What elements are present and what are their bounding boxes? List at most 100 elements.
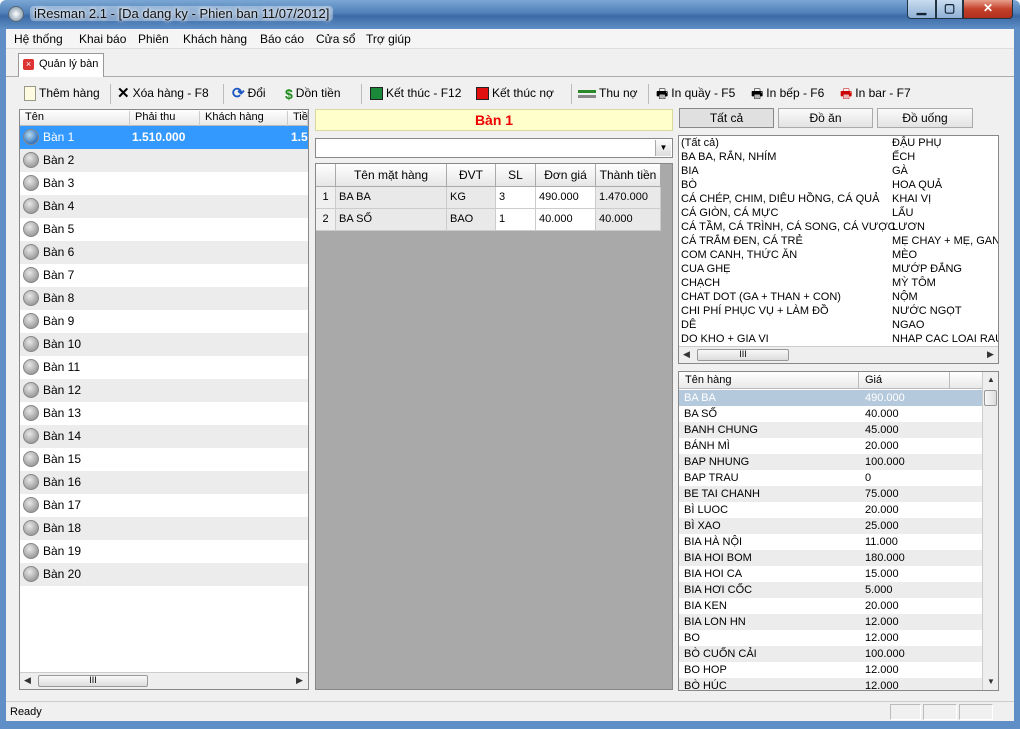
order-row-number[interactable]: 2 xyxy=(316,209,336,231)
scroll-down-icon[interactable]: ▼ xyxy=(987,677,995,686)
table-row[interactable]: Bàn 13 xyxy=(20,402,308,425)
grid-header-qty[interactable]: SL xyxy=(496,164,536,187)
order-line-total[interactable]: 40.000 xyxy=(596,209,661,231)
minimize-button[interactable]: ▁ xyxy=(907,0,936,19)
category-item[interactable]: MƯỚP ĐẮNG xyxy=(892,263,962,275)
category-item[interactable]: (Tất cả) xyxy=(681,137,719,149)
table-row[interactable]: Bàn 14 xyxy=(20,425,308,448)
product-row[interactable]: BA BA 490.000 xyxy=(679,390,983,406)
category-item[interactable]: LẨU xyxy=(892,207,913,219)
chevron-down-icon[interactable]: ▼ xyxy=(655,140,671,156)
category-item[interactable]: NGAO xyxy=(892,319,924,331)
column-header-product[interactable]: Tên hàng xyxy=(679,372,859,389)
category-item[interactable]: GÀ xyxy=(892,165,908,177)
product-row[interactable]: BANH CHUNG 45.000 xyxy=(679,422,983,438)
swap-table-button[interactable]: ⟳ Đổi xyxy=(232,85,266,103)
grid-header-unit[interactable]: ĐVT xyxy=(447,164,496,187)
menu-bao-cao[interactable]: Báo cáo xyxy=(260,32,304,46)
menu-cua-so[interactable]: Cửa sổ xyxy=(316,32,355,46)
scroll-thumb[interactable]: III xyxy=(697,349,789,361)
category-item[interactable]: BIA xyxy=(681,165,699,177)
order-unit-price[interactable]: 490.000 xyxy=(536,187,596,209)
product-row[interactable]: BE TAI CHANH 75.000 xyxy=(679,486,983,502)
tab-quan-ly-ban[interactable]: × Quản lý bàn xyxy=(18,53,104,77)
product-row[interactable]: BÁNH MÌ 20.000 xyxy=(679,438,983,454)
delete-item-button[interactable]: ✕ Xóa hàng - F8 xyxy=(117,85,209,103)
category-item[interactable]: CÁ GIÒN, CÁ MỰC xyxy=(681,207,778,219)
category-item[interactable]: CHAT DOT (GA + THAN + CON) xyxy=(681,291,841,303)
category-item[interactable]: HOA QUẢ xyxy=(892,179,942,191)
product-row[interactable]: BÒ HÚC 12.000 xyxy=(679,678,983,690)
tables-horizontal-scrollbar[interactable]: ◀ III ▶ xyxy=(20,672,308,689)
category-item[interactable]: CHẠCH xyxy=(681,277,720,289)
print-counter-button[interactable]: 🖶 In quầy - F5 xyxy=(656,85,735,103)
scroll-left-icon[interactable]: ◀ xyxy=(683,349,690,360)
order-unit[interactable]: KG xyxy=(447,187,496,209)
table-row[interactable]: Bàn 20 xyxy=(20,563,308,586)
order-unit[interactable]: BAO xyxy=(447,209,496,231)
merge-bill-button[interactable]: $ Dồn tiền xyxy=(285,85,341,103)
grid-header-total[interactable]: Thành tiền xyxy=(596,164,661,187)
tab-food[interactable]: Đồ ăn xyxy=(778,108,873,128)
category-horizontal-scrollbar[interactable]: ◀ III ▶ xyxy=(679,346,998,363)
order-line-total[interactable]: 1.470.000 xyxy=(596,187,661,209)
category-item[interactable]: BÒ xyxy=(681,179,697,191)
menu-khai-bao[interactable]: Khai báo xyxy=(79,32,126,46)
order-item-name[interactable]: BA SỐ xyxy=(336,209,447,231)
category-item[interactable]: MÈO xyxy=(892,249,917,261)
print-kitchen-button[interactable]: 🖶 In bếp - F6 xyxy=(751,85,824,103)
category-item[interactable]: NỘM xyxy=(892,291,918,303)
category-item[interactable]: KHAI VỊ xyxy=(892,193,931,205)
scroll-thumb[interactable] xyxy=(984,390,997,406)
table-row[interactable]: Bàn 3 xyxy=(20,172,308,195)
category-item[interactable]: CÁ TRẮM ĐEN, CÁ TRẺ xyxy=(681,235,803,247)
grid-header-price[interactable]: Đơn giá xyxy=(536,164,596,187)
product-row[interactable]: BÒ CUỐN CẢI 100.000 xyxy=(679,646,983,662)
menu-khach-hang[interactable]: Khách hàng xyxy=(183,32,247,46)
scroll-left-icon[interactable]: ◀ xyxy=(24,675,31,686)
table-row[interactable]: Bàn 1 1.510.000 1.5 xyxy=(20,126,308,149)
category-item[interactable]: NƯỚC NGỌT xyxy=(892,305,962,317)
finish-debt-button[interactable]: Kết thúc nợ xyxy=(476,85,554,103)
order-item-name[interactable]: BA BA xyxy=(336,187,447,209)
table-row[interactable]: Bàn 18 xyxy=(20,517,308,540)
product-row[interactable]: BIA HÀ NỘI 11.000 xyxy=(679,534,983,550)
table-row[interactable]: Bàn 15 xyxy=(20,448,308,471)
tab-all[interactable]: Tất cả xyxy=(679,108,774,128)
add-item-button[interactable]: Thêm hàng xyxy=(24,85,100,103)
column-header-name[interactable]: Tên xyxy=(20,111,130,126)
table-row[interactable]: Bàn 6 xyxy=(20,241,308,264)
tab-close-icon[interactable]: × xyxy=(23,59,34,70)
table-row[interactable]: Bàn 2 xyxy=(20,149,308,172)
table-row[interactable]: Bàn 11 xyxy=(20,356,308,379)
category-item[interactable]: ĐẬU PHỤ xyxy=(892,137,942,149)
table-row[interactable]: Bàn 4 xyxy=(20,195,308,218)
table-row[interactable]: Bàn 17 xyxy=(20,494,308,517)
category-item[interactable]: COM CANH, THỨC ĂN xyxy=(681,249,797,261)
tab-drinks[interactable]: Đồ uống xyxy=(877,108,973,128)
scroll-right-icon[interactable]: ▶ xyxy=(296,675,303,686)
close-button[interactable]: ✕ xyxy=(963,0,1013,19)
category-item[interactable]: MỲ TÔM xyxy=(892,277,936,289)
scroll-right-icon[interactable]: ▶ xyxy=(987,349,994,360)
category-item[interactable]: LƯƠN xyxy=(892,221,925,233)
table-row[interactable]: Bàn 9 xyxy=(20,310,308,333)
category-item[interactable]: CÁ CHÉP, CHIM, DIÊU HỒNG, CÁ QUẢ xyxy=(681,193,879,205)
column-header-customer[interactable]: Khách hàng xyxy=(200,111,288,126)
product-row[interactable]: BIA LON HN 12.000 xyxy=(679,614,983,630)
table-row[interactable]: Bàn 5 xyxy=(20,218,308,241)
category-item[interactable]: MẸ CHAY + MẸ, GAN G xyxy=(892,235,998,247)
menu-he-thong[interactable]: Hệ thống xyxy=(14,32,63,46)
product-row[interactable]: BO 12.000 xyxy=(679,630,983,646)
product-row[interactable]: BIA KEN 20.000 xyxy=(679,598,983,614)
product-row[interactable]: BÌ LUOC 20.000 xyxy=(679,502,983,518)
menu-phien[interactable]: Phiên xyxy=(138,32,169,46)
column-header-price[interactable]: Giá xyxy=(859,372,950,389)
category-item[interactable]: CUA GHẸ xyxy=(681,263,731,275)
grid-header-item[interactable]: Tên mặt hàng xyxy=(336,164,447,187)
column-header-pay[interactable]: Phải thu xyxy=(130,111,200,126)
product-row[interactable]: BA SỐ 40.000 xyxy=(679,406,983,422)
table-row[interactable]: Bàn 10 xyxy=(20,333,308,356)
menu-tro-giup[interactable]: Trợ giúp xyxy=(366,32,411,46)
category-item[interactable]: NHAP CAC LOAI RAU xyxy=(892,333,998,345)
